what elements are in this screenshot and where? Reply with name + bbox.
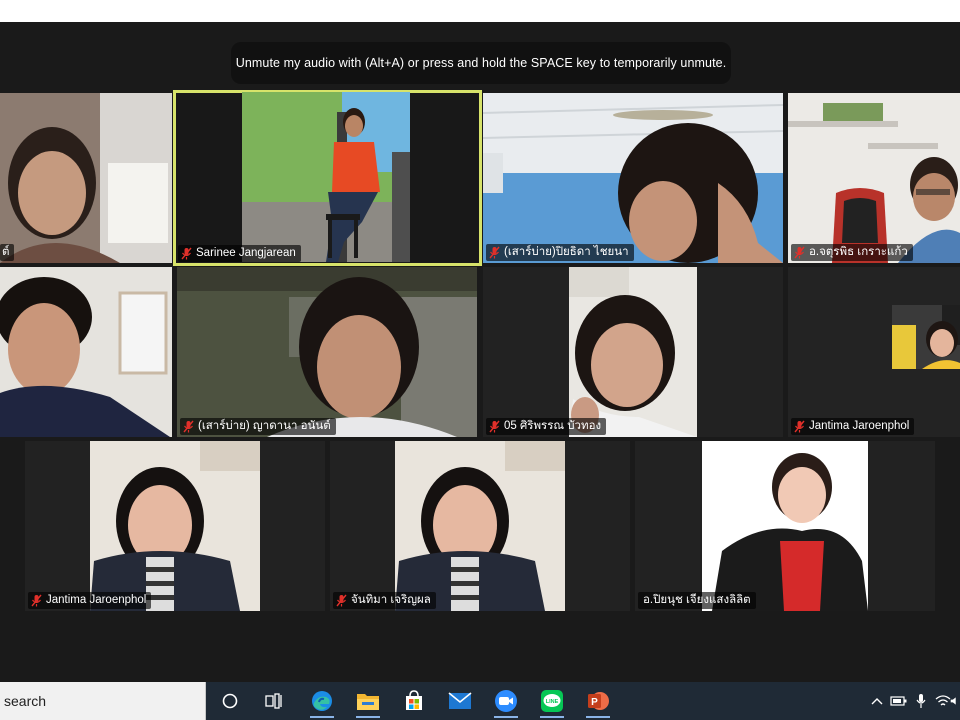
microphone-icon[interactable] [910, 682, 932, 720]
participant-nametag-9: Jantima Jaroenphol [28, 592, 152, 609]
powerpoint-icon[interactable]: P [582, 686, 614, 718]
show-hidden-icons-chevron-up-icon[interactable] [866, 682, 888, 720]
participant-video-8 [892, 305, 960, 369]
muted-mic-icon [489, 420, 500, 433]
participant-tile-2[interactable]: Sarinee Jangjarean [173, 90, 482, 266]
taskbar-search-box[interactable]: search [0, 682, 206, 720]
participant-video-7 [569, 267, 697, 437]
participant-tile-11[interactable]: อ.ปิยนุช เจียงแสงลิลิต [635, 441, 935, 611]
line-app-label: LINE [546, 699, 559, 705]
participant-video-3 [483, 93, 783, 263]
participant-tile-5[interactable] [0, 267, 172, 437]
participant-name-10: จันทิมา เจริญผล [351, 594, 431, 606]
participant-nametag-6: (เสาร์บ่าย) ญาดานา อนันต์ [180, 418, 336, 435]
participant-video-4 [788, 93, 960, 263]
participant-name-6: (เสาร์บ่าย) ญาดานา อนันต์ [198, 420, 331, 432]
participant-nametag-10: จันทิมา เจริญผล [333, 592, 436, 609]
participant-name-11: อ.ปิยนุช เจียงแสงลิลิต [643, 594, 751, 606]
participant-video-6 [177, 267, 477, 437]
participant-nametag-4: อ.จตุรพิธ เกราะแก้ว [791, 244, 913, 261]
participant-name-2: Sarinee Jangjarean [196, 247, 296, 259]
participant-nametag-7: 05 ศิริพรรณ บัวทอง [486, 418, 607, 435]
zoom-icon[interactable] [490, 686, 522, 718]
participant-nametag-1: ต์ [0, 244, 15, 261]
muted-mic-icon [489, 246, 500, 259]
participant-video-9 [90, 441, 260, 611]
edge-browser-icon[interactable] [306, 686, 338, 718]
muted-mic-icon [31, 594, 42, 607]
zoom-gallery-view: ต์ Sarinee Jangjarean (เสาร์บ่าย)ปิยธิดา… [0, 22, 960, 682]
volume-icon[interactable] [950, 682, 960, 720]
participant-video-2 [242, 92, 410, 262]
unmute-hint-toast: Unmute my audio with (Alt+A) or press an… [231, 42, 731, 84]
participant-tile-6[interactable]: (เสาร์บ่าย) ญาดานา อนันต์ [177, 267, 477, 437]
participant-nametag-11: อ.ปิยนุช เจียงแสงลิลิต [638, 592, 756, 609]
participant-name-8: Jantima Jaroenphol [809, 420, 910, 432]
participant-tile-10[interactable]: จันทิมา เจริญผล [330, 441, 630, 611]
muted-mic-icon [336, 594, 347, 607]
participant-tile-4[interactable]: อ.จตุรพิธ เกราะแก้ว [788, 93, 960, 263]
top-white-strip [0, 0, 960, 22]
participant-tile-7[interactable]: 05 ศิริพรรณ บัวทอง [483, 267, 783, 437]
participant-tile-8[interactable]: Jantima Jaroenphol [788, 267, 960, 437]
battery-icon[interactable] [888, 682, 910, 720]
participant-name-7: 05 ศิริพรรณ บัวทอง [504, 420, 602, 432]
participant-video-11 [702, 441, 868, 611]
participant-nametag-8: Jantima Jaroenphol [791, 418, 915, 435]
cortana-icon[interactable] [214, 686, 246, 716]
line-app-icon[interactable]: LINE [536, 686, 568, 718]
muted-mic-icon [794, 246, 805, 259]
muted-mic-icon [794, 420, 805, 433]
muted-mic-icon [183, 420, 194, 433]
task-view-icon[interactable] [258, 686, 290, 716]
mail-icon[interactable] [444, 686, 476, 716]
participant-name-9: Jantima Jaroenphol [46, 594, 147, 606]
participant-tile-1[interactable]: ต์ [0, 93, 172, 263]
participant-nametag-2: Sarinee Jangjarean [178, 245, 301, 262]
participant-tile-3[interactable]: (เสาร์บ่าย)ปิยธิดา ไชยนา [483, 93, 783, 263]
powerpoint-letter: P [591, 697, 598, 708]
participant-video-10 [395, 441, 565, 611]
participant-name-1: ต์ [2, 246, 10, 258]
microsoft-store-icon[interactable] [398, 686, 430, 716]
participant-video-5 [0, 267, 172, 437]
muted-mic-icon [181, 247, 192, 260]
file-explorer-icon[interactable] [352, 686, 384, 718]
participant-nametag-3: (เสาร์บ่าย)ปิยธิดา ไชยนา [486, 244, 634, 261]
participant-tile-9[interactable]: Jantima Jaroenphol [25, 441, 325, 611]
windows-taskbar: search LINE P [0, 682, 960, 720]
participant-name-4: อ.จตุรพิธ เกราะแก้ว [809, 246, 908, 258]
participant-video-1 [0, 93, 172, 263]
participant-name-3: (เสาร์บ่าย)ปิยธิดา ไชยนา [504, 246, 629, 258]
